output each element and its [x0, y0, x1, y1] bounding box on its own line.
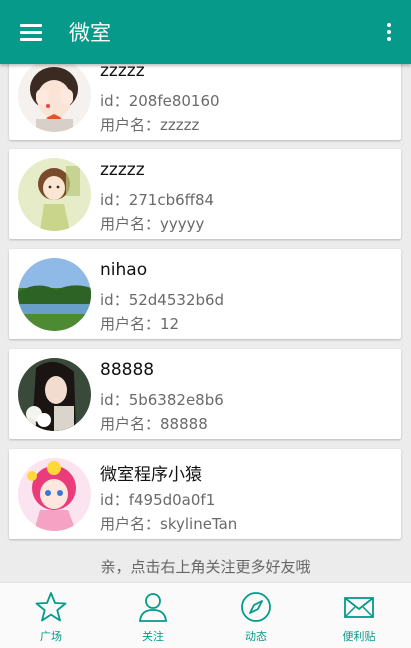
avatar [18, 158, 91, 231]
app-bar: 微室 [0, 0, 411, 64]
nav-label: 便利贴 [342, 630, 376, 643]
contact-name: 88888 [100, 360, 155, 380]
contact-card[interactable]: zzzzz id：208fe80160 用户名：zzzzz [9, 64, 401, 140]
contact-username: 用户名：yyyyy [100, 215, 205, 233]
menu-icon[interactable] [20, 22, 44, 42]
contact-id: id：271cb6ff84 [100, 191, 215, 209]
contact-card[interactable]: nihao id：52d4532b6d 用户名：12 [9, 249, 401, 339]
contact-name: zzzzz [100, 160, 145, 180]
contact-id: id：5b6382e8b6 [100, 391, 224, 409]
avatar [18, 258, 91, 331]
star-icon [35, 592, 67, 622]
contact-name: zzzzz [100, 64, 145, 81]
nav-label: 关注 [142, 630, 164, 643]
nav-label: 广场 [40, 630, 62, 643]
nav-label: 动态 [245, 630, 267, 643]
follow-hint: 亲，点击右上角关注更多好友哦 [100, 558, 311, 576]
more-options-icon[interactable] [385, 22, 393, 44]
person-icon [139, 593, 167, 622]
nav-moments[interactable]: 动态 [205, 583, 307, 648]
nav-notes[interactable]: 便利贴 [308, 583, 410, 648]
contact-list: zzzzz id：208fe80160 用户名：zzzzz zzzzz id：2… [0, 64, 411, 582]
bottom-nav: 广场 关注 动态 便利贴 [0, 582, 411, 648]
contact-username: 用户名：88888 [100, 415, 208, 433]
contact-id: id：f495d0a0f1 [100, 491, 216, 509]
contact-card[interactable]: 微室程序小猿 id：f495d0a0f1 用户名：skylineTan [9, 449, 401, 539]
contact-username: 用户名：skylineTan [100, 515, 238, 533]
contact-name: nihao [100, 260, 148, 280]
avatar [18, 64, 91, 132]
contact-username: 用户名：zzzzz [100, 116, 200, 134]
contact-username: 用户名：12 [100, 315, 180, 333]
nav-square[interactable]: 广场 [0, 583, 102, 648]
contact-id: id：208fe80160 [100, 92, 220, 110]
contact-id: id：52d4532b6d [100, 291, 225, 309]
nav-follow[interactable]: 关注 [102, 583, 204, 648]
contact-card[interactable]: 88888 id：5b6382e8b6 用户名：88888 [9, 349, 401, 439]
app-title: 微室 [69, 21, 111, 45]
contact-name: 微室程序小猿 [100, 465, 202, 485]
compass-icon [241, 592, 271, 622]
mail-icon [344, 597, 374, 618]
contact-card[interactable]: zzzzz id：271cb6ff84 用户名：yyyyy [9, 149, 401, 239]
avatar [18, 458, 91, 531]
avatar [18, 358, 91, 431]
